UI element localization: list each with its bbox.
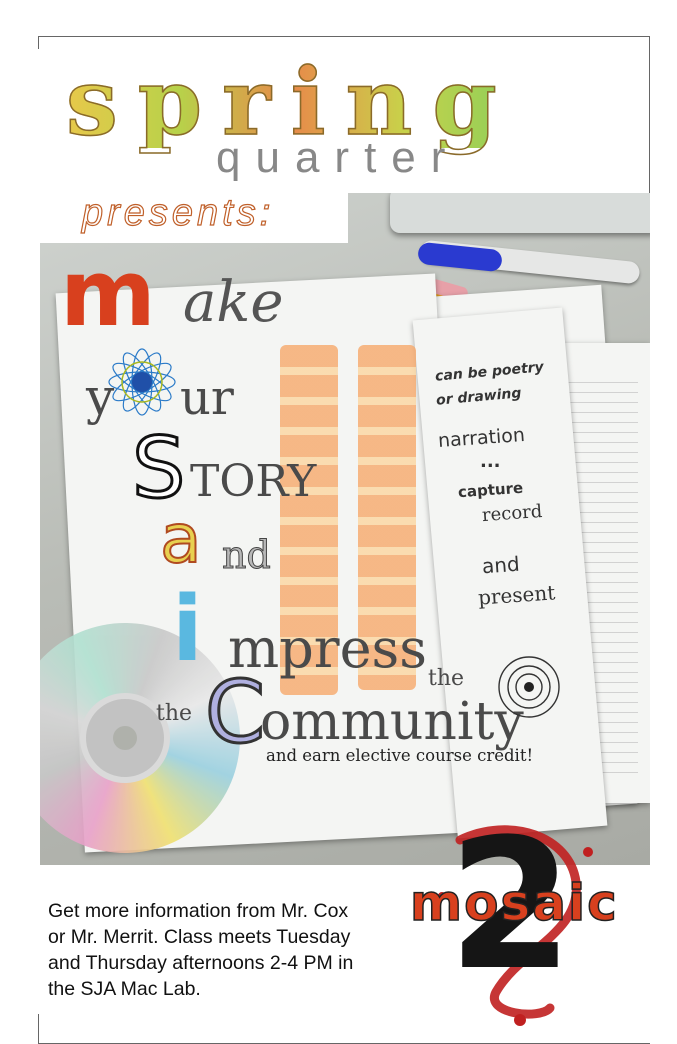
and-rest: nd [222, 533, 272, 577]
frame-line-left [38, 36, 39, 49]
mosaic-logo: 2 mosaic [400, 816, 630, 1032]
the-right: the [428, 666, 465, 691]
note-and: and [481, 551, 521, 579]
presents-label: presents: [81, 192, 275, 234]
note-ellipsis: ... [480, 451, 501, 472]
frame-line-top [38, 36, 650, 37]
and-initial: a [159, 500, 203, 579]
make-rest: ake [183, 270, 284, 335]
info-line-1: Get more information from Mr. Cox [48, 900, 349, 922]
frame-line-left-lower [38, 1014, 39, 1044]
impress-initial: i [172, 577, 203, 682]
community-initial: C [203, 663, 266, 763]
your-rest: ur [180, 370, 234, 426]
flower-o-icon [108, 348, 176, 416]
note-present: present [477, 580, 556, 610]
the-left: the [156, 701, 193, 726]
info-line-2: or Mr. Merrit. Class meets Tuesday [48, 926, 351, 948]
cd-hole [113, 726, 137, 750]
info-line-3: and Thursday afternoons 2-4 PM in [48, 952, 354, 974]
community-rest: ommunity [260, 692, 524, 752]
logo-word: mosaic [409, 874, 619, 932]
poster-subtitle: quarter [216, 133, 461, 182]
info-paragraph: Get more information from Mr. Cox or Mr.… [48, 898, 378, 1002]
laptop-shape [390, 193, 650, 233]
story-rest: TORY [190, 456, 317, 507]
spiral-flower-icon [498, 656, 560, 718]
note-record: record [481, 500, 543, 527]
credit-line: and earn elective course credit! [266, 746, 534, 765]
note-capture: capture [457, 478, 524, 502]
info-line-4: the SJA Mac Lab. [48, 978, 201, 1000]
story-initial: S [130, 419, 186, 517]
make-initial: m [60, 240, 156, 347]
frame-line-right [649, 36, 650, 194]
